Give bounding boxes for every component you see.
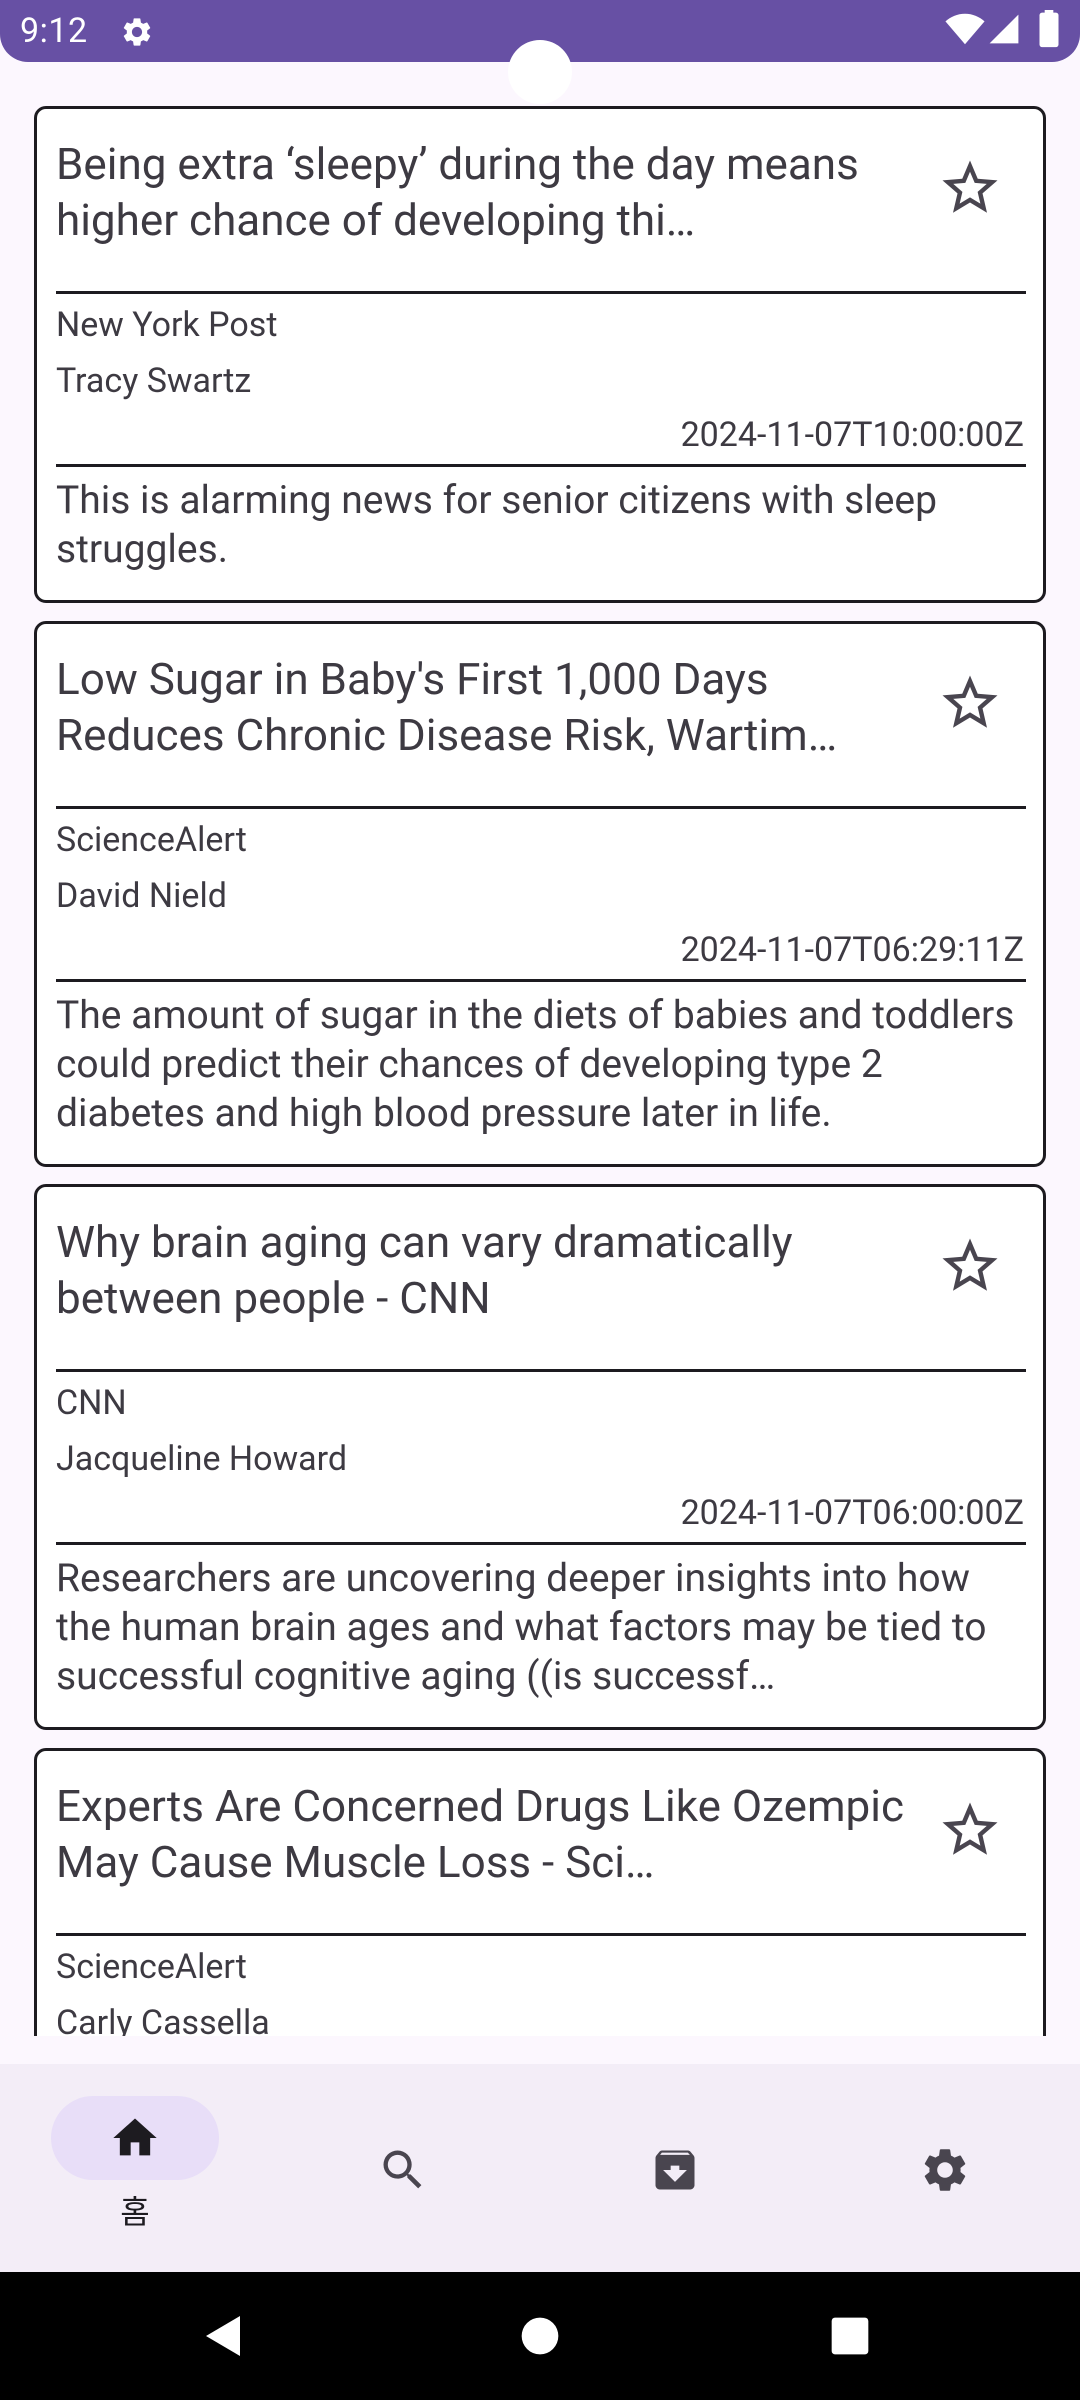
- article-description: This is alarming news for senior citizen…: [56, 477, 938, 572]
- article-source: ScienceAlert: [56, 1947, 247, 1987]
- article-author: Jacqueline Howard: [56, 1439, 347, 1479]
- divider: [56, 979, 1026, 982]
- article-title: Being extra ‘sleepy’ during the day mean…: [56, 138, 859, 246]
- recents-icon[interactable]: [830, 2316, 870, 2356]
- home-button-icon[interactable]: [520, 2316, 560, 2356]
- nav-search[interactable]: [319, 2096, 487, 2246]
- divider: [56, 1542, 1026, 1545]
- article-author: Tracy Swartz: [56, 361, 252, 401]
- article-author: Carly Cassella: [56, 2003, 270, 2036]
- nav-archive[interactable]: [591, 2096, 759, 2246]
- article-source: New York Post: [56, 305, 278, 345]
- battery-icon: [1039, 10, 1059, 48]
- divider: [56, 806, 1026, 809]
- divider: [56, 464, 1026, 467]
- article-title: Low Sugar in Baby's First 1,000 Days Red…: [56, 653, 838, 761]
- news-card[interactable]: Low Sugar in Baby's First 1,000 Days Red…: [34, 621, 1046, 1167]
- status-time: 9:12: [20, 11, 88, 51]
- article-date: 2024-11-07T10:00:00Z: [680, 415, 1024, 455]
- news-list[interactable]: Being extra ‘sleepy’ during the day mean…: [0, 62, 1080, 2036]
- bottom-navigation: 홈: [0, 2064, 1080, 2272]
- star-icon[interactable]: [937, 1233, 1003, 1299]
- divider: [56, 291, 1026, 294]
- article-description: Researchers are uncovering deeper insigh…: [56, 1555, 987, 1699]
- settings-icon: [924, 2149, 966, 2191]
- gear-icon: [123, 18, 151, 46]
- search-icon: [383, 2150, 422, 2189]
- divider: [56, 1369, 1026, 1372]
- article-date: 2024-11-07T06:00:00Z: [680, 1493, 1024, 1533]
- home-icon: [113, 2118, 157, 2156]
- star-icon[interactable]: [937, 670, 1003, 736]
- article-source: CNN: [56, 1383, 127, 1423]
- article-author: David Nield: [56, 876, 227, 916]
- news-card[interactable]: Why brain aging can vary dramatically be…: [34, 1184, 1046, 1730]
- star-icon[interactable]: [937, 1797, 1003, 1863]
- star-icon[interactable]: [937, 155, 1003, 221]
- article-source: ScienceAlert: [56, 820, 247, 860]
- back-icon[interactable]: [200, 2312, 248, 2360]
- article-title: Experts Are Concerned Drugs Like Ozempic…: [56, 1780, 904, 1888]
- nav-settings[interactable]: [861, 2096, 1029, 2246]
- article-date: 2024-11-07T06:29:11Z: [680, 930, 1024, 970]
- nav-label-home: 홈: [120, 2193, 150, 2231]
- article-description: The amount of sugar in the diets of babi…: [56, 992, 1015, 1136]
- news-card[interactable]: Being extra ‘sleepy’ during the day mean…: [34, 106, 1046, 603]
- signal-icon: [989, 14, 1019, 44]
- news-card[interactable]: Experts Are Concerned Drugs Like Ozempic…: [34, 1748, 1046, 2036]
- article-title: Why brain aging can vary dramatically be…: [56, 1216, 793, 1324]
- wifi-icon: [945, 13, 985, 45]
- archive-icon: [655, 2150, 695, 2190]
- system-navigation-bar: [0, 2272, 1080, 2400]
- divider: [56, 1933, 1026, 1936]
- nav-home[interactable]: 홈: [51, 2096, 219, 2246]
